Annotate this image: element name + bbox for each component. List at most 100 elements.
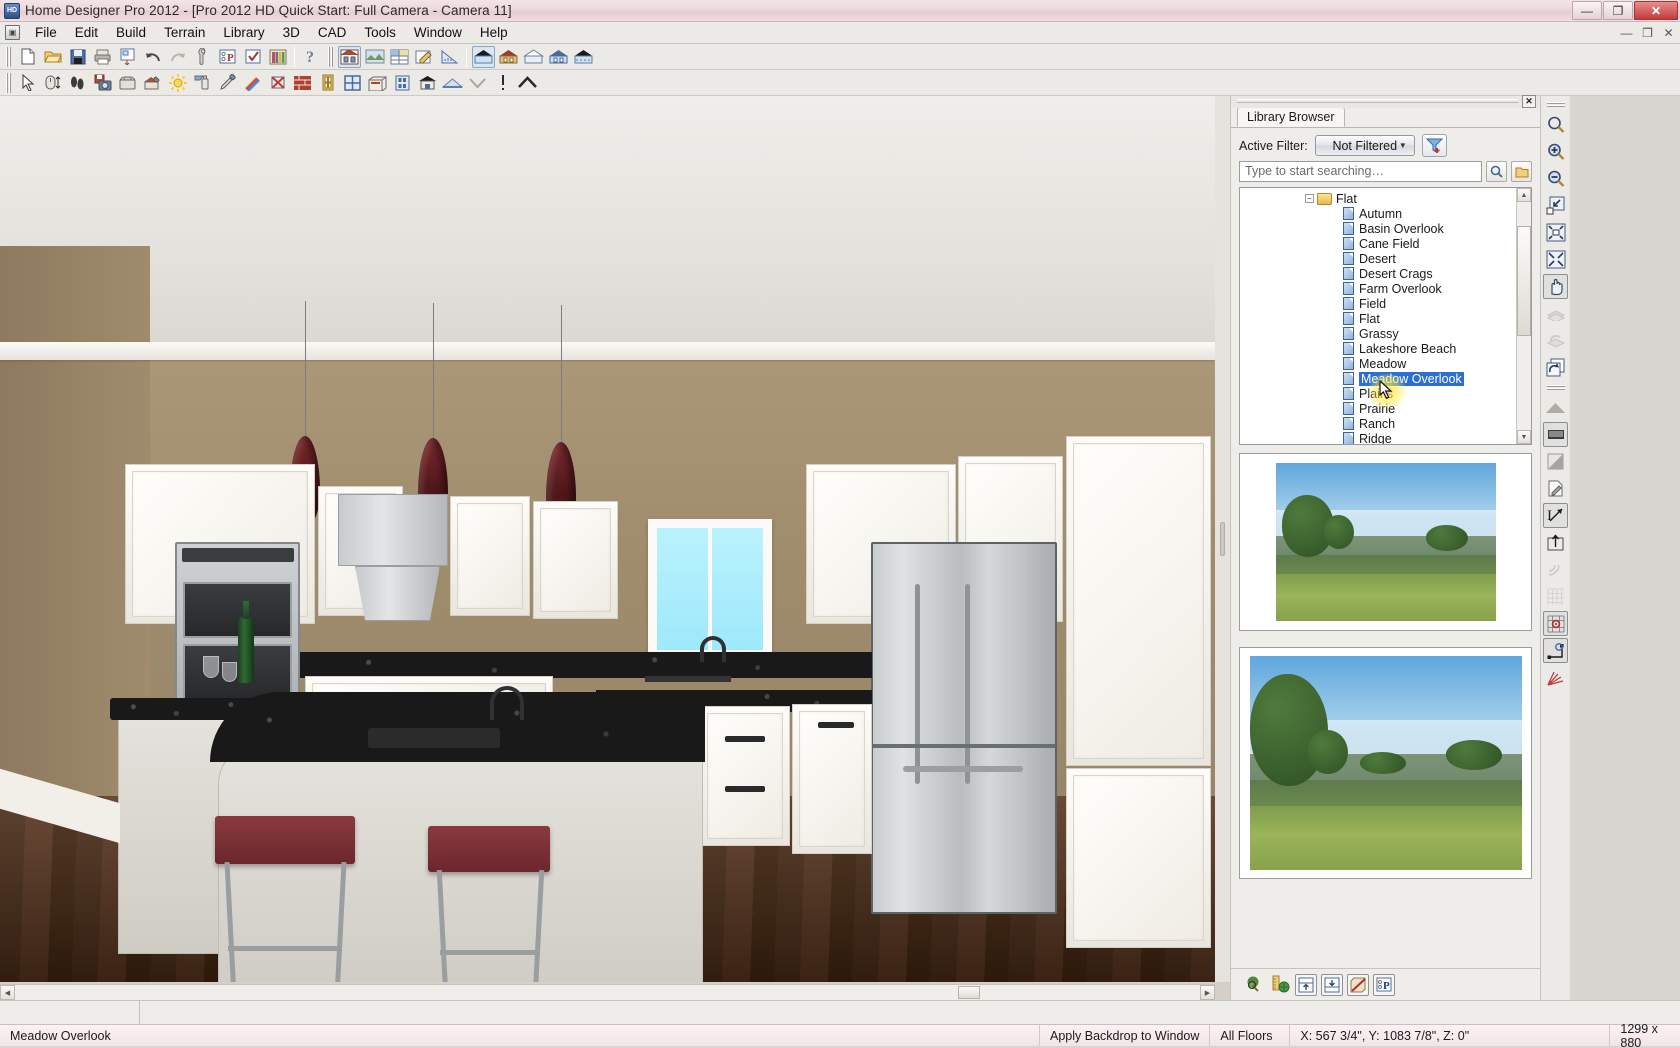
mdi-close-button[interactable]: ✕ (1661, 26, 1676, 40)
zoom-extents-button[interactable] (1543, 247, 1568, 272)
object-snaps-button[interactable] (1543, 638, 1568, 663)
sun-angle-button[interactable] (166, 72, 189, 94)
library-close-button[interactable]: ✕ (1522, 95, 1536, 108)
elevation-view-button[interactable] (363, 46, 386, 68)
toolbar-grip-2[interactable] (327, 47, 334, 67)
toggle-textures-button[interactable] (266, 72, 289, 94)
tree-item-meadow[interactable]: Meadow (1243, 356, 1515, 371)
framing-overview-button[interactable] (547, 46, 570, 68)
print-plan-button[interactable] (91, 46, 114, 68)
right-toolbar-grip[interactable] (1547, 101, 1565, 108)
save-plan-button[interactable] (66, 46, 89, 68)
menu-terrain[interactable]: Terrain (155, 23, 214, 42)
tree-item-field[interactable]: Field (1243, 296, 1515, 311)
scroll-right-button[interactable]: ▶ (1200, 985, 1215, 1000)
camera-settings-button[interactable] (116, 72, 139, 94)
search-input[interactable]: Type to start searching… (1239, 161, 1482, 182)
tree-scroll-down-button[interactable]: ▼ (1517, 430, 1531, 444)
new-plan-button[interactable] (16, 46, 39, 68)
browse-folder-button[interactable] (1511, 161, 1532, 182)
sound-waves-button[interactable] (1543, 557, 1568, 582)
cabinet-tool-button[interactable] (366, 72, 389, 94)
library-preview-thumbnail[interactable] (1239, 453, 1532, 631)
roof-solid-button[interactable] (1543, 395, 1568, 420)
box-up-arrow-button[interactable] (1543, 530, 1568, 555)
panel-splitter[interactable] (1215, 96, 1230, 982)
zoom-in-button[interactable] (1543, 139, 1568, 164)
ray-trace-button[interactable] (1543, 665, 1568, 690)
lighting-button[interactable] (191, 72, 214, 94)
viewport-horizontal-scrollbar[interactable]: ◀ ▶ (0, 984, 1215, 1000)
horizontal-scroll-thumb[interactable] (958, 986, 980, 999)
cross-section-button[interactable] (572, 46, 595, 68)
tree-item-cane-field[interactable]: Cane Field (1243, 236, 1515, 251)
angle-snaps-button[interactable] (1543, 611, 1568, 636)
edit-area-button[interactable] (413, 46, 436, 68)
tree-item-prairie[interactable]: Prairie (1243, 401, 1515, 416)
check-settings-button[interactable] (241, 46, 264, 68)
preferences-button[interactable] (191, 46, 214, 68)
exclamation-button[interactable] (491, 72, 514, 94)
add-filter-button[interactable] (1422, 134, 1447, 157)
camera-viewport-3d[interactable] (0, 96, 1215, 982)
tree-item-desert-crags[interactable]: Desert Crags (1243, 266, 1515, 281)
roof-tool-button[interactable] (441, 72, 464, 94)
no-preview-button[interactable] (1347, 974, 1369, 996)
redo-button[interactable] (166, 46, 189, 68)
tree-item-desert[interactable]: Desert (1243, 251, 1515, 266)
save-camera-image-button[interactable] (91, 72, 114, 94)
wall-tool-button[interactable] (291, 72, 314, 94)
active-filter-dropdown[interactable]: Not Filtered ▼ (1315, 135, 1415, 156)
dimension-tool-button[interactable]: I (1543, 503, 1568, 528)
library-panel-header[interactable]: ✕ (1231, 96, 1540, 108)
mdi-minimize-button[interactable]: — (1619, 26, 1634, 40)
tree-item-meadow-overlook[interactable]: Meadow Overlook (1243, 371, 1515, 386)
window-tool-button[interactable] (341, 72, 364, 94)
toolbar-grip[interactable] (5, 47, 12, 67)
undo-button[interactable] (141, 46, 164, 68)
search-button[interactable] (1486, 161, 1507, 182)
tree-item-lakeshore-beach[interactable]: Lakeshore Beach (1243, 341, 1515, 356)
tree-scroll-thumb[interactable] (1517, 226, 1531, 336)
library-preview-large[interactable] (1239, 647, 1532, 879)
menu-help[interactable]: Help (471, 23, 517, 42)
tree-expander-icon[interactable]: − (1305, 194, 1314, 203)
close-button[interactable]: ✕ (1634, 1, 1678, 20)
plan-defaults-button[interactable]: P (216, 46, 239, 68)
fixture-tool-button[interactable] (391, 72, 414, 94)
tree-item-farm-overlook[interactable]: Farm Overlook (1243, 281, 1515, 296)
floor-plan-view-button[interactable] (338, 46, 361, 68)
tree-vertical-scrollbar[interactable]: ▲ ▼ (1516, 188, 1531, 444)
grid-button[interactable] (1543, 584, 1568, 609)
menu-build[interactable]: Build (107, 23, 155, 42)
document-icon[interactable]: ▣ (5, 25, 20, 40)
fill-window-building-button[interactable] (1543, 220, 1568, 245)
select-objects-button[interactable] (16, 72, 39, 94)
material-list-button[interactable] (388, 46, 411, 68)
scale-ruler-button[interactable] (438, 46, 461, 68)
dock-top-button[interactable] (1295, 974, 1317, 996)
menu-edit[interactable]: Edit (66, 23, 107, 42)
ruler-globe-icon-button[interactable] (1269, 974, 1291, 996)
right-toolbar-grip-2[interactable] (1547, 384, 1565, 391)
zoom-out-button[interactable] (1543, 166, 1568, 191)
menu-cad[interactable]: CAD (309, 23, 356, 42)
menu-tools[interactable]: Tools (355, 23, 405, 42)
menu-file[interactable]: File (26, 23, 66, 42)
door-tool-button[interactable] (316, 72, 339, 94)
adjust-camera-button[interactable] (141, 72, 164, 94)
tree-item-basin-overlook[interactable]: Basin Overlook (1243, 221, 1515, 236)
walkthrough-button[interactable] (66, 72, 89, 94)
material-eyedropper-button[interactable] (216, 72, 239, 94)
roof-gable-button[interactable] (516, 72, 539, 94)
tree-item-autumn[interactable]: Autumn (1243, 206, 1515, 221)
full-camera-button[interactable] (472, 46, 495, 68)
tree-item-ridge[interactable]: Ridge (1243, 431, 1515, 445)
tree-item-flat[interactable]: Flat (1243, 311, 1515, 326)
tree-scroll-up-button[interactable]: ▲ (1517, 188, 1531, 202)
chevron-down-icon-button[interactable] (466, 72, 489, 94)
pan-window-button[interactable] (1543, 274, 1568, 299)
overview-button[interactable] (522, 46, 545, 68)
gradient-square-button[interactable] (1543, 449, 1568, 474)
maximize-button[interactable]: ❐ (1603, 1, 1633, 20)
